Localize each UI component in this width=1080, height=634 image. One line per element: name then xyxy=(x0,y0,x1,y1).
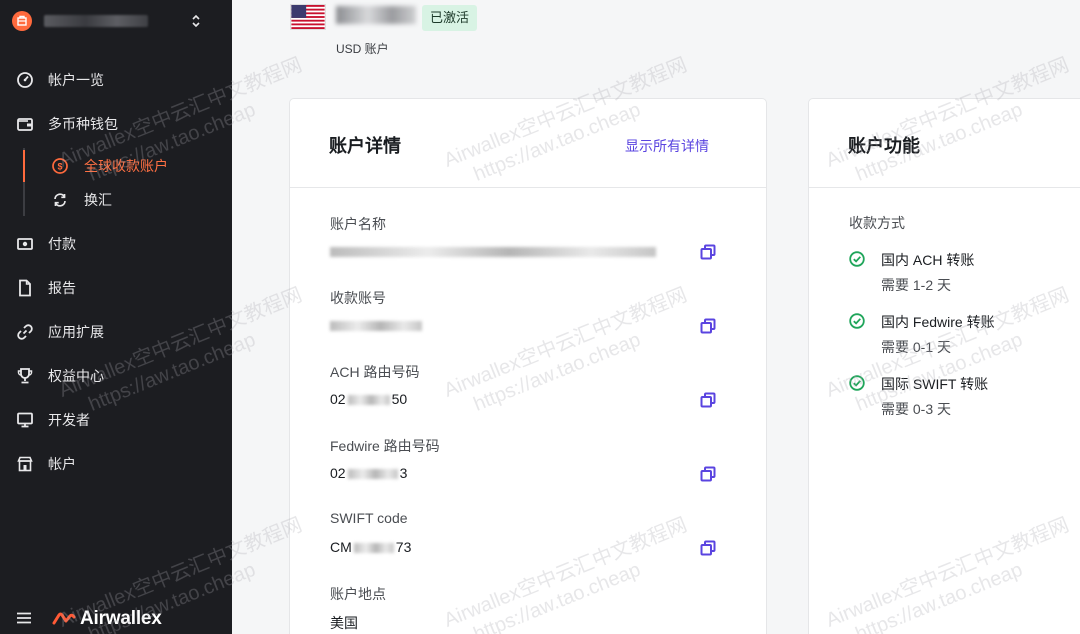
building-icon xyxy=(17,456,33,472)
us-flag-icon xyxy=(290,4,326,30)
sub-item-label: 全球收款账户 xyxy=(84,158,168,174)
account-switcher[interactable] xyxy=(12,8,222,34)
nav-item-account[interactable]: 帐户 xyxy=(0,446,232,482)
nav-label: 报告 xyxy=(48,280,76,296)
dashboard-icon xyxy=(17,72,33,88)
nav-item-wallet[interactable]: 多币种钱包 xyxy=(0,106,232,142)
sub-item-exchange[interactable]: 换汇 xyxy=(0,185,232,215)
field-value-fedwire-routing: 02 3 xyxy=(330,465,407,481)
copy-icon[interactable] xyxy=(700,466,716,482)
airwallex-logo-icon xyxy=(52,612,76,625)
nav-item-reports[interactable]: 报告 xyxy=(0,270,232,306)
nav-item-overview[interactable]: 帐户一览 xyxy=(0,62,232,98)
sidebar-footer: Airwallex xyxy=(0,600,232,634)
nav-item-apps[interactable]: 应用扩展 xyxy=(0,314,232,350)
card-title: 账户详情 xyxy=(329,136,401,156)
card-header: 账户详情 显示所有详情 xyxy=(290,99,766,188)
nav-label: 多币种钱包 xyxy=(48,116,118,132)
value-prefix: 02 xyxy=(330,465,346,481)
trophy-icon xyxy=(17,368,33,384)
card-title: 账户功能 xyxy=(848,136,920,156)
chevron-updown-icon xyxy=(192,14,200,28)
payment-icon xyxy=(17,238,33,250)
nav-label: 帐户一览 xyxy=(48,72,104,88)
collection-methods-label: 收款方式 xyxy=(849,215,905,231)
nav-label: 开发者 xyxy=(48,412,90,428)
check-circle-icon xyxy=(849,251,865,267)
link-icon xyxy=(17,324,33,340)
field-label-account-number: 收款账号 xyxy=(330,290,386,306)
currency-name-redacted xyxy=(336,6,416,24)
value-prefix: 02 xyxy=(330,391,346,407)
field-label-fedwire-routing: Fedwire 路由号码 xyxy=(330,438,440,454)
monitor-icon xyxy=(17,412,33,428)
dollar-circle-icon: $ xyxy=(52,158,68,174)
field-value-ach-routing: 02 50 xyxy=(330,391,407,407)
exchange-icon xyxy=(54,193,66,207)
method-name: 国内 Fedwire 转账 xyxy=(881,314,995,330)
copy-icon[interactable] xyxy=(700,392,716,408)
nav-label: 帐户 xyxy=(48,456,76,472)
value-suffix: 3 xyxy=(399,465,408,481)
method-time: 需要 0-3 天 xyxy=(881,401,952,417)
status-badge: 已激活 xyxy=(422,5,478,31)
show-all-details-link[interactable]: 显示所有详情 xyxy=(625,136,709,156)
nav-item-payments[interactable]: 付款 xyxy=(0,226,232,262)
method-time: 需要 1-2 天 xyxy=(881,277,952,293)
account-details-card: 账户详情 显示所有详情 账户名称 收款账号 ACH 路由号码 02 50 Fedw… xyxy=(289,98,767,634)
method-name: 国内 ACH 转账 xyxy=(881,252,975,268)
copy-icon[interactable] xyxy=(700,318,716,334)
sub-item-global-accounts[interactable]: $ 全球收款账户 xyxy=(0,151,232,181)
field-value-account-location: 美国 xyxy=(330,615,358,631)
copy-icon[interactable] xyxy=(700,244,716,260)
sub-item-label: 换汇 xyxy=(84,192,112,208)
nav-item-rewards[interactable]: 权益中心 xyxy=(0,358,232,394)
nav-item-developer[interactable]: 开发者 xyxy=(0,402,232,438)
field-value-swift-code: CM 73 xyxy=(330,539,411,555)
method-name: 国际 SWIFT 转账 xyxy=(881,376,989,392)
brand-name: Airwallex xyxy=(80,608,162,629)
card-header: 账户功能 xyxy=(809,99,1080,188)
value-prefix: CM xyxy=(330,539,352,555)
field-value-account-number xyxy=(330,317,422,333)
copy-icon[interactable] xyxy=(700,540,716,556)
currency-subtitle: USD 账户 xyxy=(336,42,389,56)
menu-icon[interactable] xyxy=(17,612,31,624)
brand-logo: Airwallex xyxy=(52,608,162,630)
check-circle-icon xyxy=(849,313,865,329)
nav-label: 付款 xyxy=(48,236,76,252)
wallet-icon xyxy=(17,118,33,131)
check-circle-icon xyxy=(849,375,865,391)
main-content: 已激活 USD 账户 账户详情 显示所有详情 账户名称 收款账号 ACH 路由号… xyxy=(232,0,1080,634)
account-name-redacted xyxy=(44,15,148,27)
account-avatar xyxy=(12,11,32,31)
field-label-account-name: 账户名称 xyxy=(330,216,386,232)
field-label-ach-routing: ACH 路由号码 xyxy=(330,364,420,380)
report-icon xyxy=(19,279,31,297)
field-value-account-name xyxy=(330,243,656,259)
nav-label: 权益中心 xyxy=(48,368,104,384)
svg-text:$: $ xyxy=(57,162,62,172)
sidebar: 帐户一览 多币种钱包 $ 全球收款账户 换汇 付款 报告 应用扩展 权益中心 开… xyxy=(0,0,232,634)
field-label-swift-code: SWIFT code xyxy=(330,510,408,526)
account-features-card: 账户功能 收款方式 国内 ACH 转账 需要 1-2 天 国内 Fedwire … xyxy=(808,98,1080,634)
value-suffix: 73 xyxy=(395,539,412,555)
store-icon xyxy=(17,15,27,26)
value-suffix: 50 xyxy=(391,391,408,407)
field-label-account-location: 账户地点 xyxy=(330,586,386,602)
nav-label: 应用扩展 xyxy=(48,324,104,340)
method-time: 需要 0-1 天 xyxy=(881,339,952,355)
